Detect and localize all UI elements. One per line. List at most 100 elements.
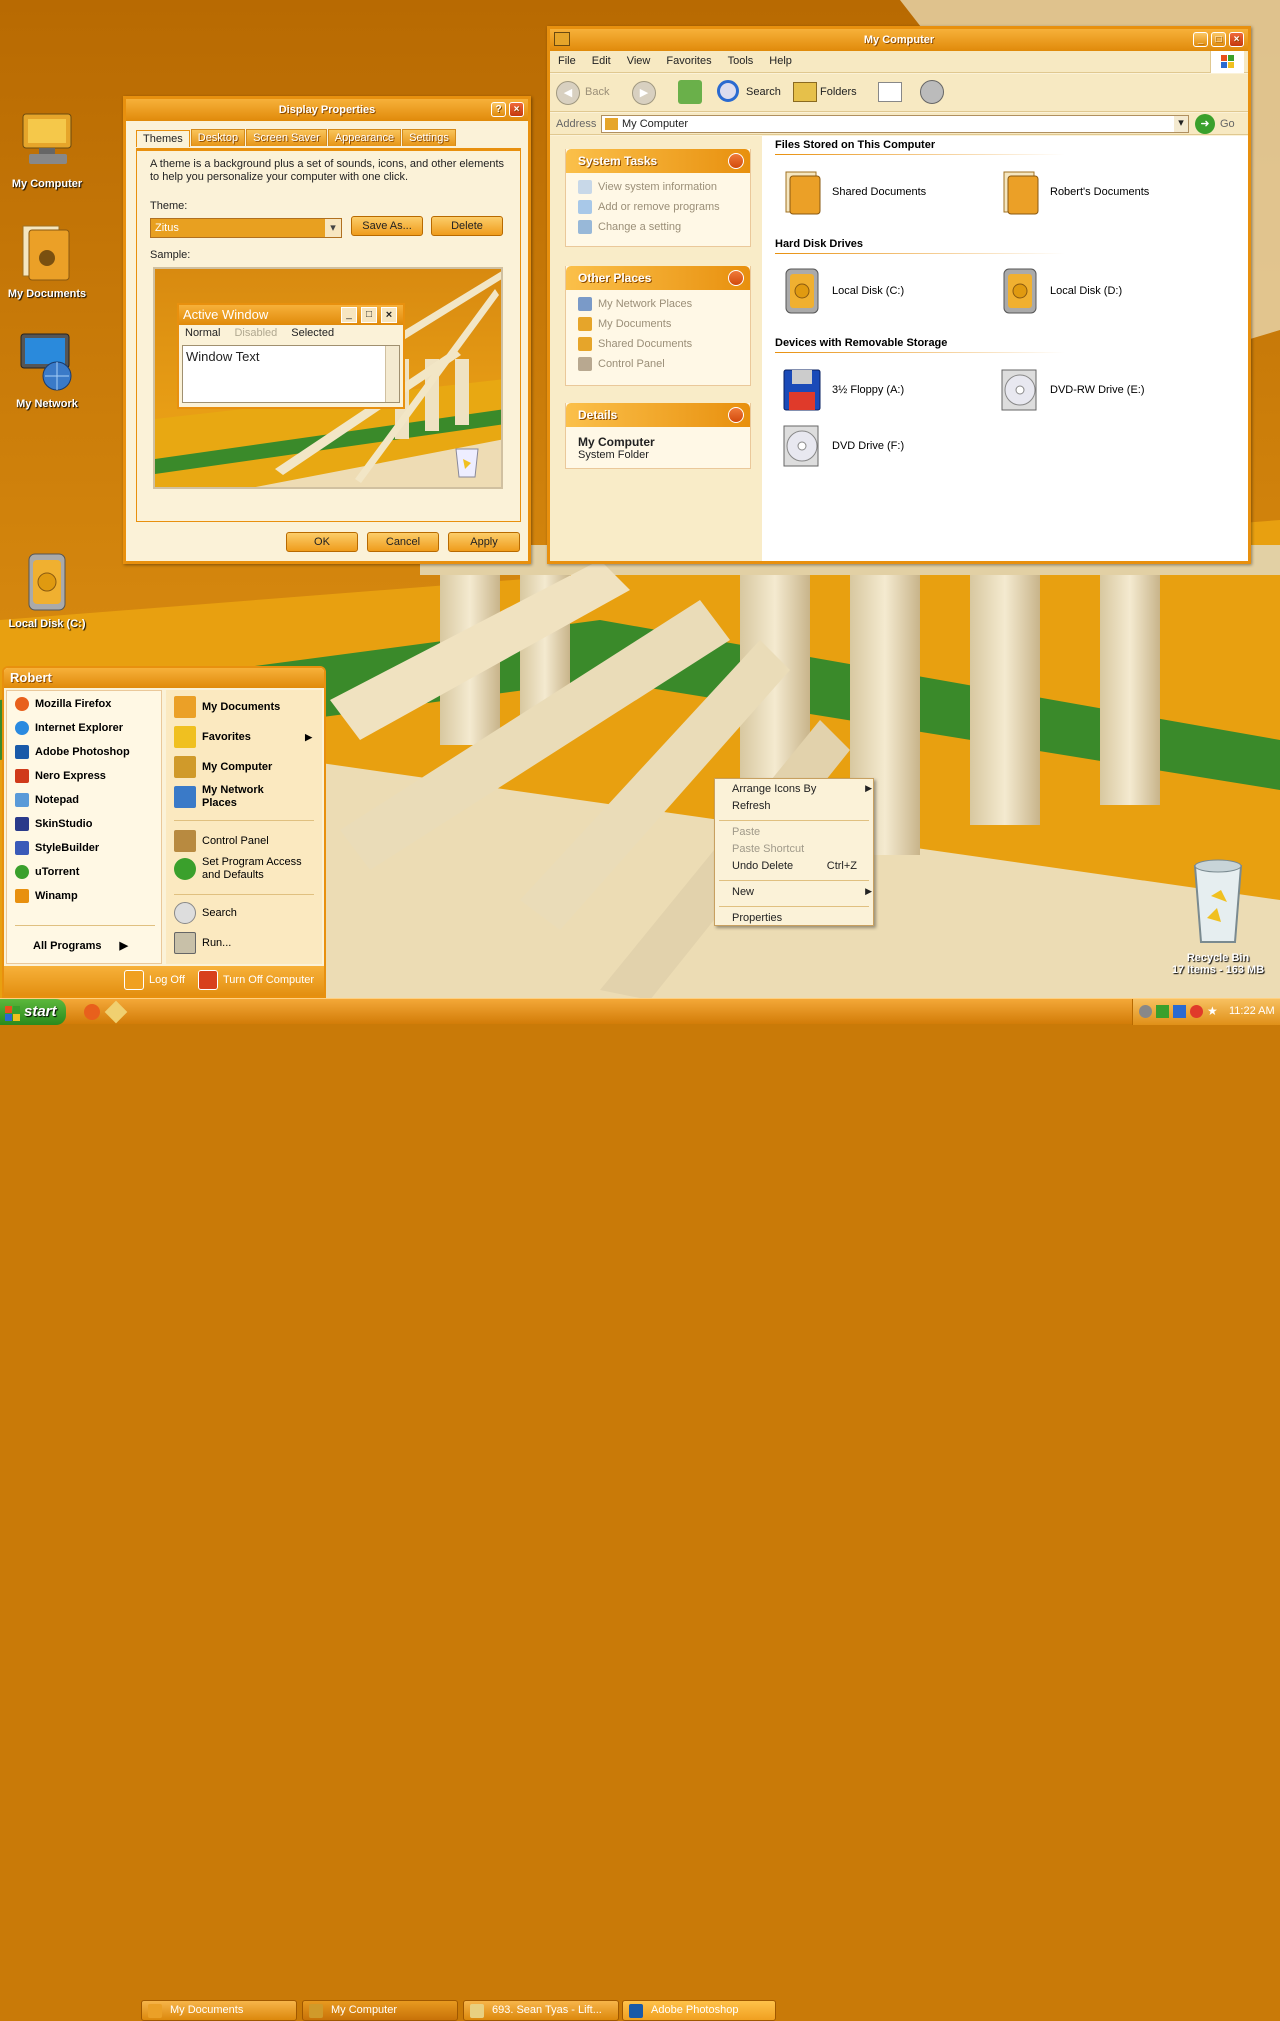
desktop-icon-my-documents[interactable]: My Documents xyxy=(0,220,97,300)
tab-screen-saver[interactable]: Screen Saver xyxy=(246,129,327,146)
menu-set-program-access[interactable]: Set Program Access and Defaults xyxy=(174,856,304,882)
desktop-icon-recycle-bin[interactable]: Recycle Bin 17 Items - 163 MB xyxy=(1168,856,1268,976)
apply-button[interactable]: Apply xyxy=(448,532,520,552)
titlebar[interactable]: Display Properties ? × xyxy=(126,99,528,121)
program-photoshop[interactable]: Adobe Photoshop xyxy=(15,745,130,759)
tab-appearance[interactable]: Appearance xyxy=(327,129,402,146)
program-skinstudio[interactable]: SkinStudio xyxy=(15,817,92,831)
place-control-panel[interactable]: Control Panel xyxy=(566,354,750,374)
menu-favorites[interactable]: Favorites xyxy=(658,51,719,72)
panel-header[interactable]: System Tasks xyxy=(566,149,750,173)
desktop-icon-my-network[interactable]: My Network xyxy=(0,330,97,410)
theme-select[interactable]: Zitus ▾ xyxy=(150,218,342,238)
desktop-icon-my-computer[interactable]: My Computer xyxy=(0,110,97,190)
task-adobe-photoshop[interactable]: Adobe Photoshop xyxy=(622,2000,776,2021)
task-winamp[interactable]: 693. Sean Tyas - Lift... xyxy=(463,2000,619,2021)
menu-my-computer[interactable]: My Computer xyxy=(174,756,272,778)
item-roberts-documents[interactable]: Robert's Documents xyxy=(998,168,1149,216)
delete-button[interactable]: Delete xyxy=(431,216,503,236)
program-winamp[interactable]: Winamp xyxy=(15,889,78,903)
menu-view[interactable]: View xyxy=(619,51,659,72)
program-notepad[interactable]: Notepad xyxy=(15,793,79,807)
gear-icon[interactable] xyxy=(920,80,944,104)
start-button[interactable]: start xyxy=(0,999,66,1025)
log-off-button[interactable]: Log Off xyxy=(124,970,185,990)
back-button[interactable]: Back xyxy=(585,86,609,98)
item-dvd-f[interactable]: DVD Drive (F:) xyxy=(780,422,904,470)
forward-arrow-icon[interactable]: ▶ xyxy=(632,81,656,105)
task-my-documents[interactable]: My Documents xyxy=(141,2000,297,2021)
display-properties-window[interactable]: Display Properties ? × Themes Desktop Scre… xyxy=(123,96,531,564)
item-local-disk-d[interactable]: Local Disk (D:) xyxy=(998,267,1122,315)
place-my-documents[interactable]: My Documents xyxy=(566,314,750,334)
task-view-system-info[interactable]: View system information xyxy=(566,177,750,197)
tray-icon[interactable] xyxy=(1139,1005,1152,1018)
task-change-setting[interactable]: Change a setting xyxy=(566,217,750,237)
tab-settings[interactable]: Settings xyxy=(402,129,456,146)
minimize-icon[interactable]: _ xyxy=(1193,32,1208,47)
item-floppy-a[interactable]: 3½ Floppy (A:) xyxy=(780,366,904,414)
program-nero[interactable]: Nero Express xyxy=(15,769,106,783)
menu-control-panel[interactable]: Control Panel xyxy=(174,830,269,852)
chevron-down-icon[interactable]: ▾ xyxy=(325,219,341,237)
menu-new[interactable]: New ▶ xyxy=(732,886,872,898)
program-stylebuilder[interactable]: StyleBuilder xyxy=(15,841,99,855)
save-as-button[interactable]: Save As... xyxy=(351,216,423,236)
menu-my-network[interactable]: My Network Places xyxy=(174,784,284,810)
menu-paste-shortcut[interactable]: Paste Shortcut xyxy=(732,843,804,855)
menu-paste[interactable]: Paste xyxy=(732,826,760,838)
search-button[interactable]: Search xyxy=(746,86,781,98)
close-icon[interactable]: × xyxy=(1229,32,1244,47)
menu-help[interactable]: Help xyxy=(761,51,800,72)
all-programs-button[interactable]: All Programs ▶ xyxy=(33,939,128,953)
stylebuilder-icon[interactable] xyxy=(104,1000,128,1024)
tab-themes[interactable]: Themes xyxy=(136,130,190,147)
menu-search[interactable]: Search xyxy=(174,902,237,924)
up-folder-icon[interactable] xyxy=(678,80,702,104)
folders-icon[interactable] xyxy=(793,82,817,102)
network-tray-icon[interactable] xyxy=(1173,1005,1186,1018)
panel-header[interactable]: Other Places xyxy=(566,266,750,290)
program-firefox[interactable]: Mozilla Firefox xyxy=(15,697,111,711)
panel-header[interactable]: Details xyxy=(566,403,750,427)
menu-properties[interactable]: Properties xyxy=(732,912,782,924)
my-computer-window[interactable]: My Computer _ □ × File Edit View Favorit… xyxy=(547,26,1251,564)
chevron-down-icon[interactable]: ▾ xyxy=(1174,116,1188,132)
turn-off-button[interactable]: Turn Off Computer xyxy=(198,970,314,990)
views-icon[interactable] xyxy=(878,82,902,102)
program-utorrent[interactable]: uTorrent xyxy=(15,865,79,879)
task-add-remove-programs[interactable]: Add or remove programs xyxy=(566,197,750,217)
firefox-icon[interactable] xyxy=(84,1004,100,1020)
go-arrow-icon[interactable]: ➜ xyxy=(1195,114,1215,134)
menu-undo-delete[interactable]: Undo Delete Ctrl+Z xyxy=(732,860,857,872)
collapse-icon[interactable] xyxy=(728,153,744,169)
place-my-network[interactable]: My Network Places xyxy=(566,294,750,314)
menu-arrange-icons[interactable]: Arrange Icons By ▶ xyxy=(732,783,872,795)
menu-my-documents[interactable]: My Documents xyxy=(174,696,280,718)
collapse-icon[interactable] xyxy=(728,407,744,423)
place-shared-documents[interactable]: Shared Documents xyxy=(566,334,750,354)
menu-file[interactable]: File xyxy=(550,51,584,72)
star-tray-icon[interactable]: ★ xyxy=(1207,1004,1220,1018)
titlebar[interactable]: My Computer _ □ × xyxy=(550,29,1248,51)
security-tray-icon[interactable] xyxy=(1190,1005,1203,1018)
menu-edit[interactable]: Edit xyxy=(584,51,619,72)
search-icon[interactable] xyxy=(717,80,739,102)
cancel-button[interactable]: Cancel xyxy=(367,532,439,552)
collapse-icon[interactable] xyxy=(728,270,744,286)
menu-tools[interactable]: Tools xyxy=(720,51,762,72)
menu-favorites[interactable]: Favorites ▶ xyxy=(174,726,316,748)
ok-button[interactable]: OK xyxy=(286,532,358,552)
help-icon[interactable]: ? xyxy=(491,102,506,117)
task-my-computer[interactable]: My Computer xyxy=(302,2000,458,2021)
menu-refresh[interactable]: Refresh xyxy=(732,800,771,812)
desktop-icon-local-disk[interactable]: Local Disk (C:) xyxy=(0,550,97,630)
program-internet-explorer[interactable]: Internet Explorer xyxy=(15,721,123,735)
maximize-icon[interactable]: □ xyxy=(1211,32,1226,47)
clock[interactable]: 11:22 AM xyxy=(1229,1005,1275,1017)
back-arrow-icon[interactable]: ◀ xyxy=(556,81,580,105)
folders-button[interactable]: Folders xyxy=(820,86,857,98)
utorrent-tray-icon[interactable] xyxy=(1156,1005,1169,1018)
go-button[interactable]: Go xyxy=(1220,118,1235,130)
item-dvd-rw-e[interactable]: DVD-RW Drive (E:) xyxy=(998,366,1145,414)
